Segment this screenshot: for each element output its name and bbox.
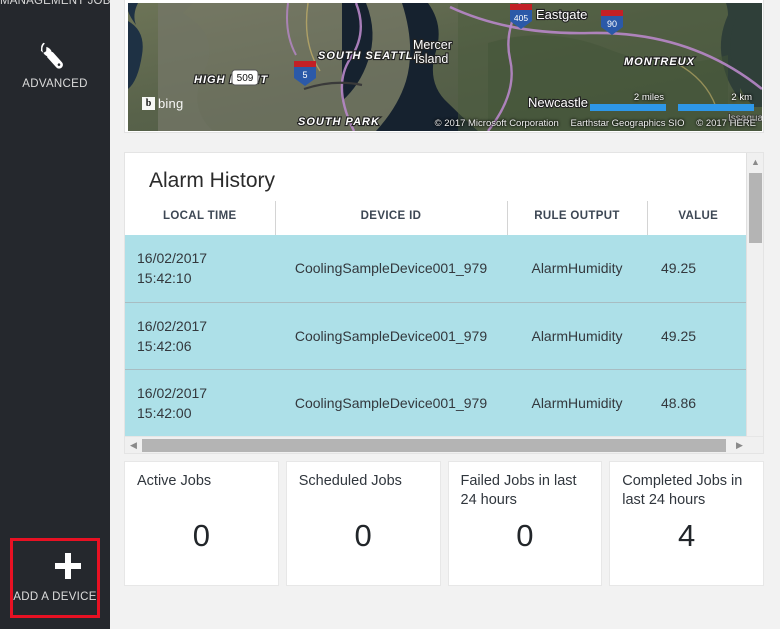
- vertical-scrollbar-thumb[interactable]: [749, 173, 762, 243]
- map-attribution-here: © 2017 HERE: [696, 118, 756, 129]
- wrench-icon: [0, 34, 110, 78]
- alarm-history-panel: Alarm History LOCAL TIME DEVICE ID RULE …: [124, 152, 764, 454]
- alarm-history-title: Alarm History: [149, 169, 276, 192]
- scroll-right-icon[interactable]: ▶: [731, 437, 748, 453]
- cell-device-id: CoolingSampleDevice001_979: [275, 301, 507, 370]
- cell-local-time-date: 16/02/2017: [137, 385, 208, 402]
- svg-text:MONTREUX: MONTREUX: [624, 56, 695, 68]
- cell-value: 49.25: [647, 235, 749, 303]
- map-scalebars: 2 miles 2 km: [590, 92, 754, 111]
- tile-active-jobs[interactable]: Active Jobs 0: [124, 461, 279, 586]
- column-header-value[interactable]: VALUE: [646, 201, 749, 235]
- map-attribution-microsoft: © 2017 Microsoft Corporation: [434, 118, 559, 129]
- svg-text:Eastgate: Eastgate: [536, 7, 587, 22]
- svg-text:Island: Island: [415, 52, 448, 66]
- tile-completed-jobs[interactable]: Completed Jobs in last 24 hours 4: [609, 461, 764, 586]
- tile-completed-jobs-value: 4: [678, 518, 696, 553]
- job-summary-tiles: Active Jobs 0 Scheduled Jobs 0 Failed Jo…: [124, 461, 764, 586]
- sidebar-item-add-a-device-label: ADD A DEVICE: [13, 591, 97, 603]
- tile-active-jobs-label: Active Jobs: [137, 473, 212, 489]
- cell-rule-output: AlarmHumidity: [507, 301, 647, 370]
- cell-local-time-date: 16/02/2017: [137, 250, 208, 266]
- scalebar-miles-label: 2 miles: [633, 92, 664, 103]
- sidebar-item-advanced-label: ADVANCED: [22, 78, 88, 90]
- scalebar-km-bar: [678, 104, 754, 111]
- scalebar-miles: 2 miles: [590, 92, 666, 111]
- tile-scheduled-jobs-label: Scheduled Jobs: [298, 473, 402, 489]
- tile-scheduled-jobs[interactable]: Scheduled Jobs 0: [285, 461, 441, 586]
- svg-text:509: 509: [237, 73, 254, 84]
- cell-local-time: 16/02/2017 15:42:10: [125, 235, 275, 303]
- map-canvas[interactable]: SOUTH SEATTLE HIGH POINT SOUTH PARK Merc…: [128, 3, 762, 131]
- bing-logo[interactable]: b bing: [142, 96, 183, 111]
- cell-value: 49.25: [647, 301, 749, 370]
- scalebar-miles-bar: [590, 104, 666, 111]
- sidebar-item-management-jobs-cutoff[interactable]: MANAGEMENT JOBS: [0, 0, 118, 7]
- tile-completed-jobs-label: Completed Jobs in last 24 hours: [622, 473, 743, 509]
- cell-local-time-time: 15:42:00: [137, 405, 192, 422]
- cell-local-time-date: 16/02/2017: [137, 317, 208, 334]
- bing-wordmark: bing: [158, 96, 184, 111]
- table-vertical-scrollbar[interactable]: ▲ ▼: [746, 153, 763, 453]
- table-row[interactable]: 16/02/2017 15:42:06 CoolingSampleDevice0…: [125, 301, 749, 370]
- tile-failed-jobs-value: 0: [516, 518, 534, 553]
- svg-text:SOUTH SEATTLE: SOUTH SEATTLE: [318, 50, 422, 62]
- cell-local-time: 16/02/2017 15:42:06: [125, 301, 275, 370]
- scalebar-km-label: 2 km: [731, 92, 752, 103]
- scroll-left-icon[interactable]: ◀: [125, 437, 142, 453]
- sidebar-item-advanced[interactable]: ADVANCED: [0, 34, 110, 90]
- cell-local-time: 16/02/2017 15:42:00: [125, 369, 275, 438]
- svg-text:405: 405: [514, 13, 528, 23]
- svg-text:Newcastle: Newcastle: [528, 95, 588, 110]
- cell-rule-output: AlarmHumidity: [507, 369, 647, 438]
- map-attribution: © 2017 Microsoft Corporation Earthstar G…: [426, 118, 756, 129]
- bing-b-icon: b: [142, 97, 155, 110]
- table-row[interactable]: 16/02/2017 15:42:00 CoolingSampleDevice0…: [125, 369, 749, 438]
- cell-value: 48.86: [647, 369, 749, 438]
- svg-text:SOUTH PARK: SOUTH PARK: [298, 116, 380, 128]
- table-header-row: LOCAL TIME DEVICE ID RULE OUTPUT VALUE: [125, 201, 749, 235]
- svg-text:Mercer: Mercer: [413, 38, 452, 52]
- sidebar-item-add-a-device[interactable]: ADD A DEVICE: [10, 538, 100, 618]
- tile-active-jobs-value: 0: [192, 518, 210, 553]
- table-row[interactable]: 16/02/2017 15:42:10 CoolingSampleDevice0…: [125, 235, 749, 303]
- tile-failed-jobs[interactable]: Failed Jobs in last 24 hours 0: [447, 461, 603, 586]
- cell-device-id: CoolingSampleDevice001_979: [275, 235, 507, 303]
- scalebar-km: 2 km: [678, 92, 754, 111]
- horizontal-scrollbar-thumb[interactable]: [142, 439, 726, 452]
- sidebar: MANAGEMENT JOBS ADVANCED ADD A DEVICE: [0, 0, 118, 629]
- map-attribution-earthstar: Earthstar Geographics SIO: [570, 118, 685, 129]
- svg-text:90: 90: [607, 19, 617, 29]
- alarm-history-table-wrap: LOCAL TIME DEVICE ID RULE OUTPUT VALUE 1…: [125, 201, 763, 453]
- svg-text:5: 5: [302, 70, 307, 80]
- cell-rule-output: AlarmHumidity: [507, 235, 647, 303]
- alarm-history-table: LOCAL TIME DEVICE ID RULE OUTPUT VALUE 1…: [125, 201, 749, 453]
- tile-failed-jobs-label: Failed Jobs in last 24 hours: [460, 473, 577, 509]
- cell-device-id: CoolingSampleDevice001_979: [275, 369, 507, 438]
- map-image: SOUTH SEATTLE HIGH POINT SOUTH PARK Merc…: [128, 3, 762, 131]
- table-horizontal-scrollbar[interactable]: ◀ ▶: [125, 436, 763, 453]
- cell-local-time-time: 15:42:10: [137, 270, 192, 287]
- scroll-up-icon[interactable]: ▲: [747, 153, 763, 170]
- column-header-device-id[interactable]: DEVICE ID: [274, 201, 507, 235]
- map-panel[interactable]: ☉: [124, 0, 764, 133]
- app-root: MANAGEMENT JOBS ADVANCED ADD A DEVICE SO…: [0, 0, 780, 629]
- main-content: ☉: [110, 0, 780, 629]
- tile-scheduled-jobs-value: 0: [354, 518, 372, 553]
- column-header-rule-output[interactable]: RULE OUTPUT: [506, 201, 647, 235]
- column-header-local-time[interactable]: LOCAL TIME: [125, 201, 275, 235]
- cell-local-time-time: 15:42:06: [137, 337, 192, 354]
